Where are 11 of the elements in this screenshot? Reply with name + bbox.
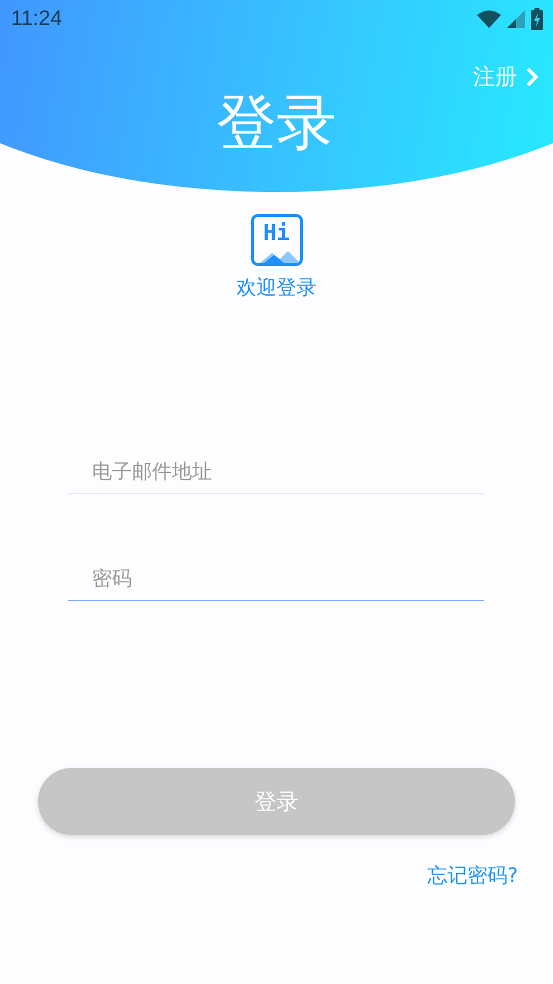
wifi-icon [477,10,501,28]
welcome-text: 欢迎登录 [236,274,316,301]
forgot-password-link[interactable]: 忘记密码? [427,862,518,889]
status-time: 11:24 [11,7,63,31]
register-link[interactable]: 注册 [473,62,539,92]
input-field[interactable]: 密码 [68,554,484,601]
page-title: 登录 [216,93,338,153]
battery-icon [531,8,543,30]
chevron-right-icon [525,66,539,88]
logo: Hi [250,214,302,266]
signal-icon [507,10,525,28]
